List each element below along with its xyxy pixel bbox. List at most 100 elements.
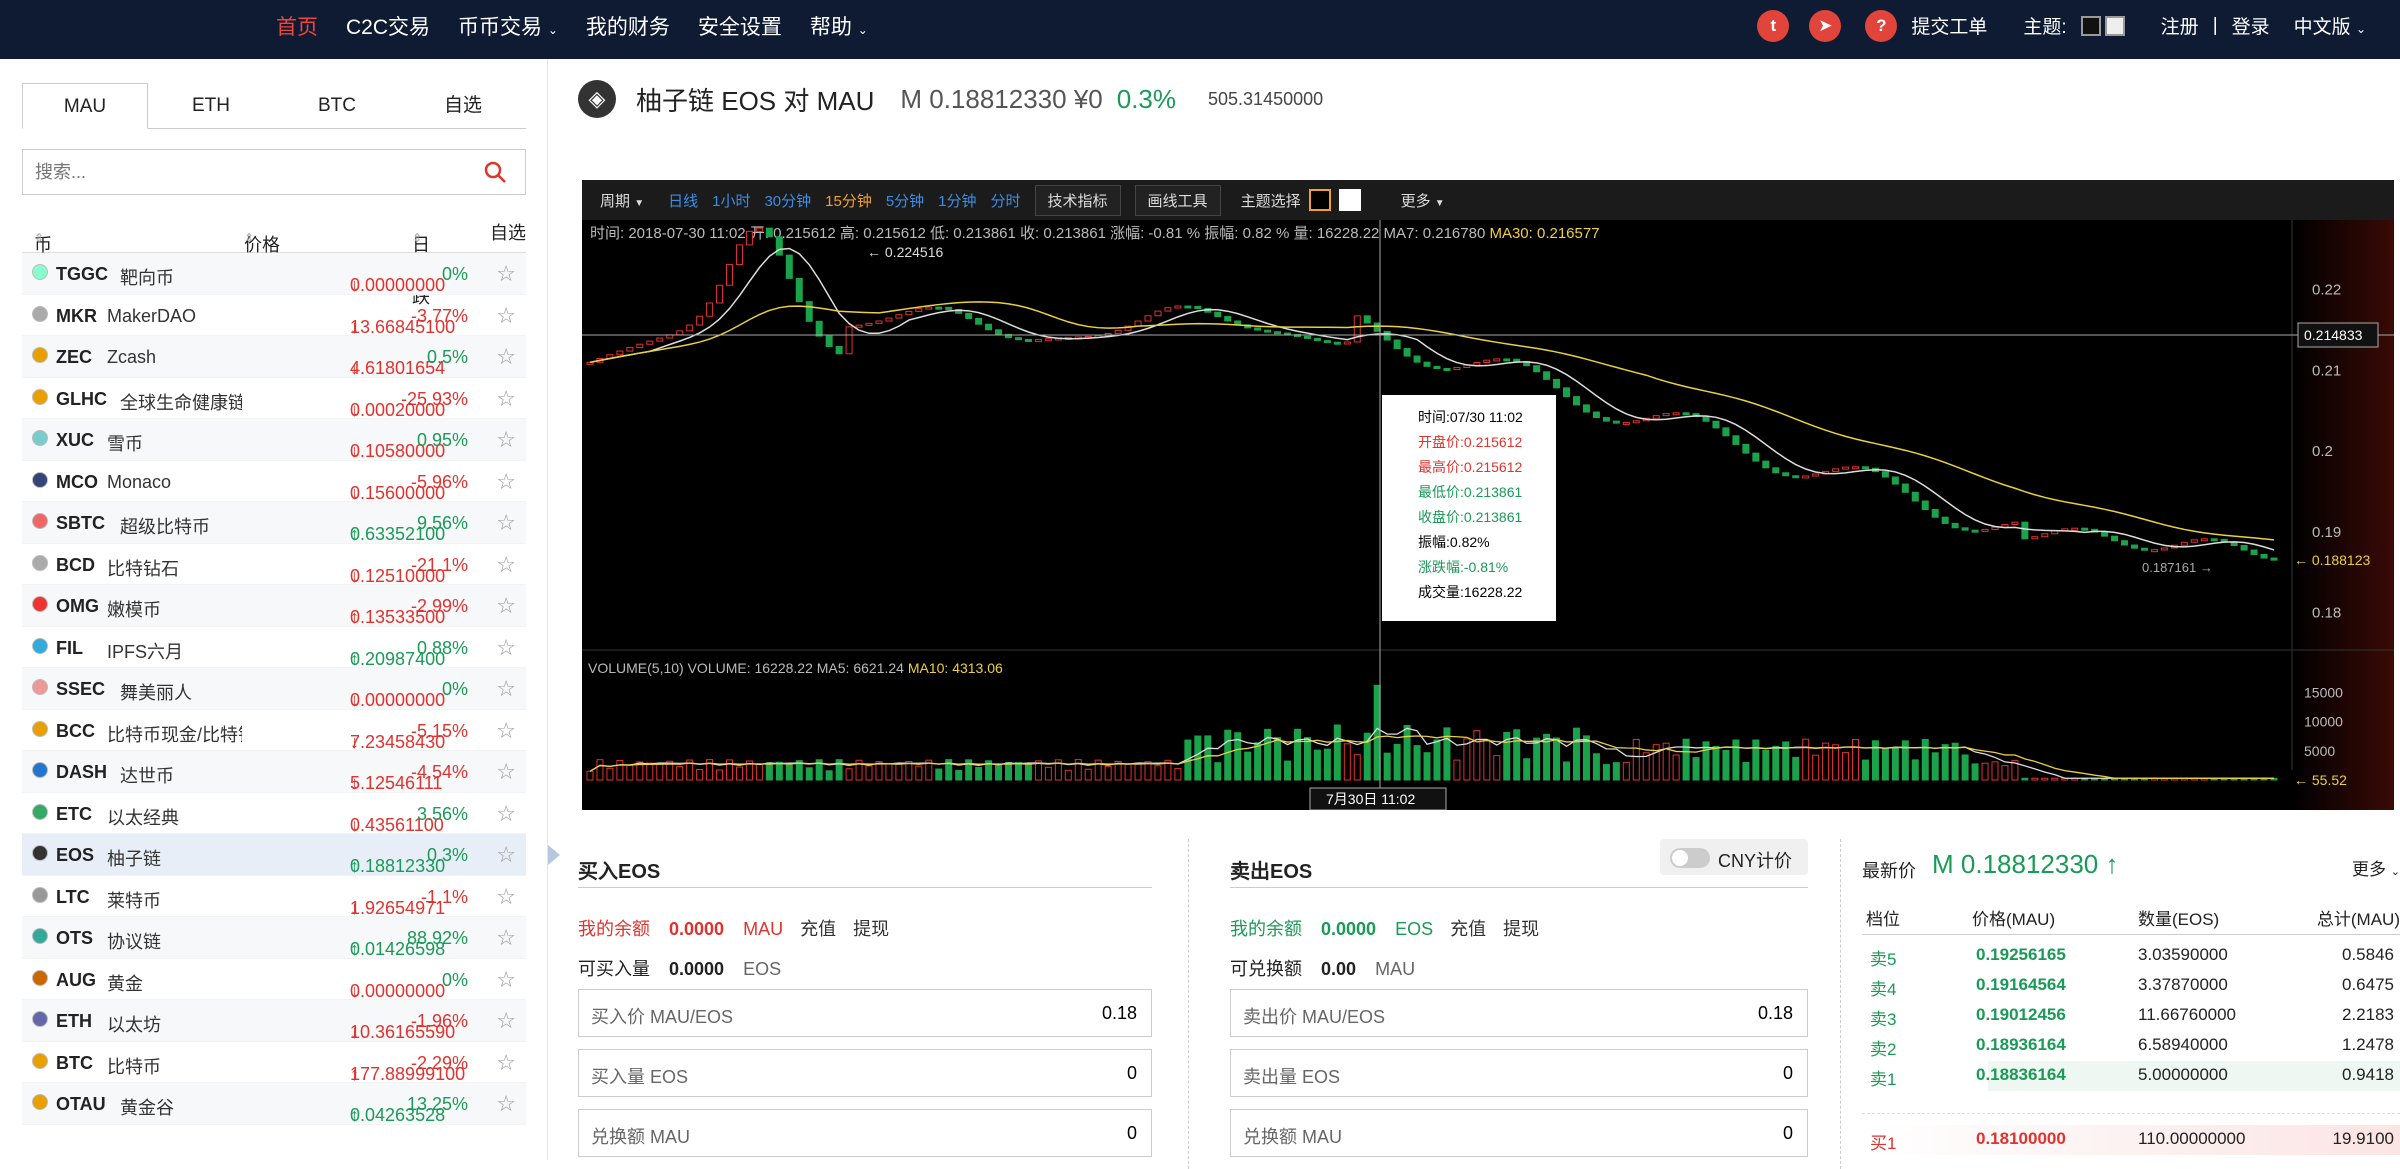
- ask-row[interactable]: 卖1 0.18836164 5.00000000 0.9418: [1862, 1061, 2400, 1091]
- market-row[interactable]: LTC 莱特币 1.92654971 ↓ -1.1% ☆: [22, 876, 526, 918]
- coin-icon: [32, 845, 48, 861]
- kline-chart[interactable]: 周期 ▼ 日线 1小时 30分钟 15分钟 5分钟 1分钟 分时 技术指标 画线…: [582, 180, 2394, 810]
- star-icon[interactable]: ☆: [496, 593, 516, 619]
- star-icon[interactable]: ☆: [496, 386, 516, 412]
- nav-c2c[interactable]: C2C交易: [346, 11, 430, 41]
- login-link[interactable]: 登录: [2232, 12, 2270, 39]
- twitter-icon[interactable]: t: [1757, 9, 1790, 42]
- candle: [1911, 491, 1919, 502]
- telegram-icon[interactable]: ➤: [1809, 9, 1842, 42]
- help-icon[interactable]: ?: [1865, 9, 1898, 42]
- coin-symbol: ZEC: [56, 347, 92, 367]
- market-row[interactable]: FIL IPFS六月 0.20987400 ↑ 0.88% ☆: [22, 627, 526, 669]
- buy-deposit-link[interactable]: 充值: [800, 919, 836, 939]
- language-select[interactable]: 中文版 ⌄: [2294, 12, 2366, 39]
- market-row[interactable]: OTAU 黄金谷 0.04263528 ↑ 13.25% ☆: [22, 1083, 526, 1125]
- ask-level: 卖4: [1870, 980, 1897, 999]
- search-input[interactable]: [23, 150, 463, 194]
- orderbook-more[interactable]: 更多 ⌄: [2352, 855, 2400, 880]
- theme-dark-swatch[interactable]: [2080, 15, 2101, 36]
- star-icon[interactable]: ☆: [496, 925, 516, 951]
- nav-security[interactable]: 安全设置: [698, 11, 782, 41]
- market-row[interactable]: BCC 比特币现金/比特钞 7.23458430 ↓ -5.15% ☆: [22, 710, 526, 752]
- star-icon[interactable]: ☆: [496, 427, 516, 453]
- star-icon[interactable]: ☆: [496, 635, 516, 661]
- sell-amount-field[interactable]: 卖出量 EOS 0: [1230, 1049, 1808, 1097]
- market-row[interactable]: EOS 柚子链 0.18812330 ↑ 0.3% ☆: [22, 834, 560, 876]
- bid-row[interactable]: 买1 0.18100000 110.00000000 19.9100: [1862, 1125, 2400, 1155]
- market-row[interactable]: OMG 嫩模币 0.13533500 ↑ -2.99% ☆: [22, 585, 526, 627]
- search-icon[interactable]: [483, 160, 507, 189]
- buy-price-label: 买入价 MAU/EOS: [591, 1007, 734, 1027]
- star-icon[interactable]: ☆: [496, 842, 516, 868]
- buy-total-field[interactable]: 兑换额 MAU 0: [578, 1109, 1152, 1157]
- market-row[interactable]: ETH 以太坊 10.36165590 ↓ -1.96% ☆: [22, 1000, 526, 1042]
- market-row[interactable]: BCD 比特钻石 0.12510000 ↓ -21.1% ☆: [22, 544, 526, 586]
- market-row[interactable]: AUG 黄金 0.00000000 ↓ 0% ☆: [22, 959, 526, 1001]
- coin-icon: [32, 679, 48, 695]
- market-row[interactable]: DASH 达世币 5.12546111 ↓ -4.54% ☆: [22, 751, 526, 793]
- star-icon[interactable]: ☆: [496, 884, 516, 910]
- star-icon[interactable]: ☆: [496, 344, 516, 370]
- tab-btc[interactable]: BTC: [274, 83, 400, 129]
- tip-high: 最高价:0.215612: [1418, 459, 1523, 475]
- tab-eth[interactable]: ETH: [148, 83, 274, 129]
- coin-symbol: GLHC: [56, 388, 107, 409]
- star-icon[interactable]: ☆: [496, 303, 516, 329]
- market-row[interactable]: SSEC 舞美丽人 0.00000000 ↓ 0% ☆: [22, 668, 526, 710]
- star-icon[interactable]: ☆: [496, 759, 516, 785]
- ask-row[interactable]: 卖4 0.19164564 3.37870000 0.6475: [1862, 971, 2400, 1001]
- ask-row[interactable]: 卖5 0.19256165 3.03590000 0.5846: [1862, 941, 2400, 971]
- star-icon[interactable]: ☆: [496, 1091, 516, 1117]
- candle: [1313, 337, 1321, 342]
- peak-label: ← 0.224516: [867, 244, 943, 260]
- register-link[interactable]: 注册: [2161, 12, 2199, 39]
- star-icon[interactable]: ☆: [496, 510, 516, 536]
- market-row[interactable]: MCO Monaco 0.15600000 ↓ -5.96% ☆: [22, 461, 526, 503]
- buy-price-field[interactable]: 买入价 MAU/EOS 0.18: [578, 989, 1152, 1037]
- nav-coin-trade[interactable]: 币币交易 ⌄: [458, 11, 558, 41]
- star-icon[interactable]: ☆: [496, 1008, 516, 1034]
- ask-price: 0.18836164: [1976, 1065, 2066, 1084]
- star-icon[interactable]: ☆: [496, 676, 516, 702]
- main-area: ◈ 柚子链 EOS 对 MAU M 0.18812330 ¥0 0.3% 505…: [560, 59, 2400, 1169]
- volume-bar: [596, 759, 604, 781]
- market-row[interactable]: BTC 比特币 177.88999100 ↑ -2.29% ☆: [22, 1042, 526, 1084]
- market-row[interactable]: XUC 雪币 0.10580000 ↓ 0.95% ☆: [22, 419, 526, 461]
- cny-toggle[interactable]: CNY计价: [1660, 839, 1808, 875]
- arrow-down-icon: ↓: [350, 773, 359, 793]
- ob-col-total: 总计(MAU): [2316, 910, 2400, 929]
- sell-price-field[interactable]: 卖出价 MAU/EOS 0.18: [1230, 989, 1808, 1037]
- panel-divider: [1188, 839, 1189, 1169]
- market-row[interactable]: TGGC 靶向币 0.00000000 ↓ 0% ☆: [22, 253, 526, 295]
- tab-favorites[interactable]: 自选: [400, 83, 526, 129]
- nav-home[interactable]: 首页: [276, 11, 318, 41]
- nav-help[interactable]: 帮助 ⌄: [810, 11, 868, 41]
- market-row[interactable]: MKR MakerDAO 13.66845100 ↓ -3.77% ☆: [22, 295, 526, 337]
- star-icon[interactable]: ☆: [496, 469, 516, 495]
- sell-deposit-link[interactable]: 充值: [1450, 919, 1486, 939]
- nav-finance[interactable]: 我的财务: [586, 11, 670, 41]
- sell-total-field[interactable]: 兑换额 MAU 0: [1230, 1109, 1808, 1157]
- star-icon[interactable]: ☆: [496, 801, 516, 827]
- market-row[interactable]: GLHC 全球生命健康链 0.00020000 ↓ -25.93% ☆: [22, 378, 526, 420]
- theme-light-swatch[interactable]: [2104, 15, 2125, 36]
- ask-row[interactable]: 卖3 0.19012456 11.66760000 2.2183: [1862, 1001, 2400, 1031]
- market-row[interactable]: ETC 以太经典 0.43561100 ↓ 3.56% ☆: [22, 793, 526, 835]
- buy-amount-field[interactable]: 买入量 EOS 0: [578, 1049, 1152, 1097]
- market-row[interactable]: ZEC Zcash 4.61801654 ↓ 0.5% ☆: [22, 336, 526, 378]
- ask-row[interactable]: 卖2 0.18936164 6.58940000 1.2478: [1862, 1031, 2400, 1061]
- ticket-link[interactable]: 提交工单: [1911, 12, 1987, 39]
- tab-mau[interactable]: MAU: [22, 83, 148, 129]
- market-row[interactable]: SBTC 超级比特币 0.63352100 ↑ 9.56% ☆: [22, 502, 526, 544]
- star-icon[interactable]: ☆: [496, 967, 516, 993]
- buy-withdraw-link[interactable]: 提现: [853, 919, 889, 939]
- star-icon[interactable]: ☆: [496, 718, 516, 744]
- sell-balance-unit: EOS: [1395, 919, 1434, 939]
- candle: [1891, 476, 1899, 485]
- star-icon[interactable]: ☆: [496, 261, 516, 287]
- sell-withdraw-link[interactable]: 提现: [1503, 919, 1539, 939]
- star-icon[interactable]: ☆: [496, 552, 516, 578]
- star-icon[interactable]: ☆: [496, 1050, 516, 1076]
- market-row[interactable]: OTS 协议链 0.01426598 ↑ 88.92% ☆: [22, 917, 526, 959]
